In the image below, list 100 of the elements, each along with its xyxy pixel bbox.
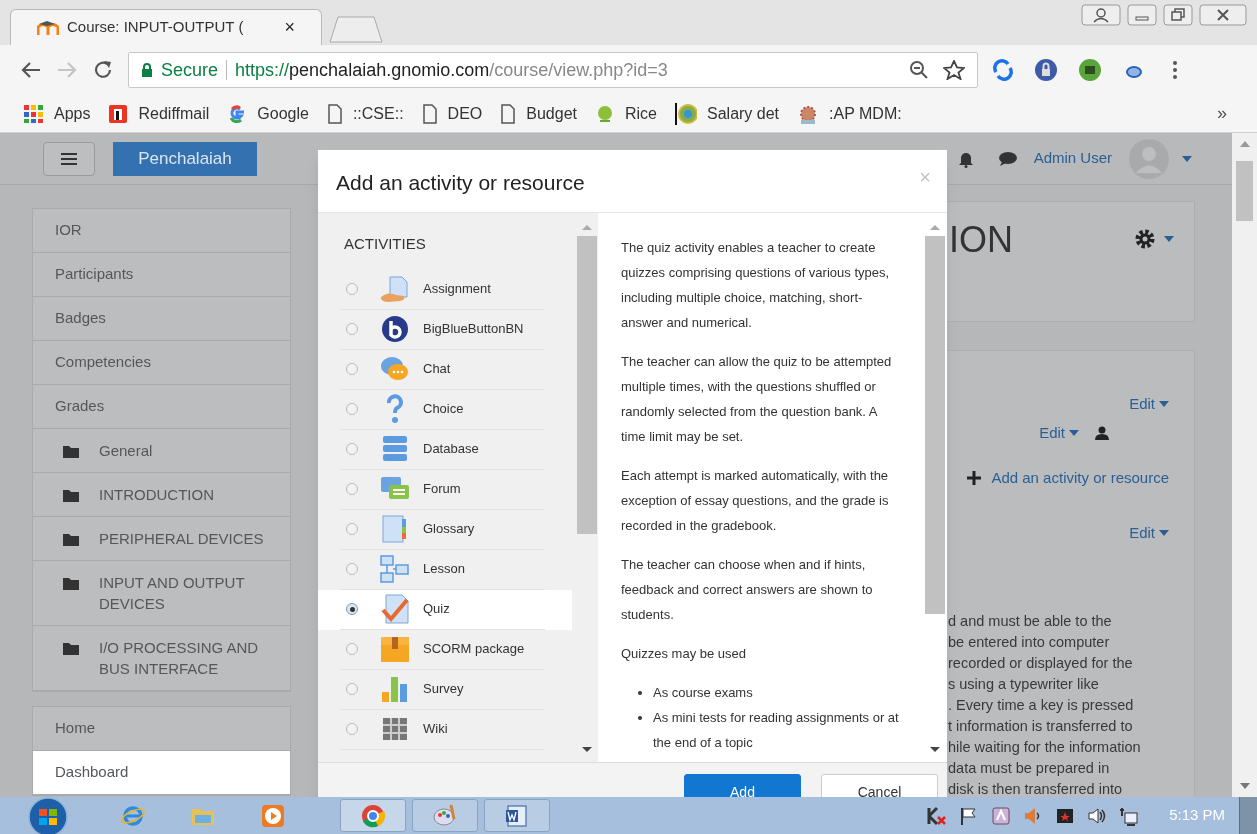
bookmark-link[interactable]: :AP MDM: <box>797 101 902 126</box>
bookmark-link[interactable]: Google <box>227 101 309 126</box>
nav-link[interactable]: Home <box>33 707 290 751</box>
volume-icon[interactable] <box>1087 805 1108 826</box>
star-icon[interactable] <box>943 60 965 80</box>
bookmarks-overflow-button[interactable]: » <box>1217 100 1227 127</box>
radio-button[interactable] <box>346 443 358 455</box>
bookmark-link[interactable]: Apps <box>24 101 91 126</box>
bookmark-link[interactable]: Rice <box>595 101 657 126</box>
nav-link[interactable]: Competencies <box>33 341 290 385</box>
site-name-button[interactable]: Penchalaiah <box>113 141 257 176</box>
paragraph-text-line: disk is then transferred into <box>948 780 1124 797</box>
activity-option[interactable]: Assignment <box>318 269 572 310</box>
nav-link[interactable]: Dashboard <box>33 751 290 795</box>
radio-button[interactable] <box>346 483 358 495</box>
bookmark-link[interactable]: Budget <box>500 101 577 126</box>
edit-menu-link[interactable]: Edit <box>1129 521 1169 544</box>
radio-button[interactable] <box>346 323 358 335</box>
nav-link[interactable]: Grades <box>33 385 290 429</box>
radio-button[interactable] <box>346 683 358 695</box>
edit-menu-link[interactable]: Edit <box>1039 421 1079 444</box>
radio-button[interactable] <box>346 363 358 375</box>
radio-button[interactable] <box>346 603 358 615</box>
person-icon[interactable] <box>1095 425 1109 440</box>
menu-toggle-button[interactable] <box>43 141 95 176</box>
caret-down-icon[interactable] <box>1164 236 1174 242</box>
radio-button[interactable] <box>346 283 358 295</box>
letter-r-square-icon <box>108 103 129 124</box>
activity-option[interactable]: Database <box>318 429 572 470</box>
activity-option[interactable]: Glossary <box>318 509 572 550</box>
chat-bubble-icon[interactable] <box>997 150 1018 167</box>
activity-option[interactable]: SCORM package <box>318 629 572 670</box>
activity-option[interactable]: BigBlueButtonBN <box>318 309 572 350</box>
section-link[interactable]: PERIPHERAL DEVICES <box>33 517 290 561</box>
chrome-browser-icon[interactable] <box>340 799 406 832</box>
paint-palette-icon[interactable] <box>412 799 478 832</box>
section-link[interactable]: General <box>33 429 290 473</box>
bookmark-link[interactable]: DEO <box>421 101 483 126</box>
scroll-down-arrow-icon[interactable] <box>582 747 592 752</box>
radio-button[interactable] <box>346 563 358 575</box>
radio-button[interactable] <box>346 523 358 535</box>
activity-label: Choice <box>423 400 464 419</box>
activity-option[interactable]: Quiz <box>318 589 572 630</box>
activity-option[interactable]: Survey <box>318 669 572 710</box>
radio-button[interactable] <box>346 403 358 415</box>
puzzle-grid-icon <box>380 715 410 743</box>
nav-link[interactable]: Participants <box>33 253 290 297</box>
network-icon[interactable] <box>1119 805 1140 826</box>
add-button[interactable]: Add <box>684 774 801 797</box>
cancel-button[interactable]: Cancel <box>821 774 938 797</box>
activity-option[interactable]: Forum <box>318 469 572 510</box>
tab-close-button[interactable]: × <box>284 14 295 41</box>
bookmark-link[interactable]: Rediffmail <box>108 101 210 126</box>
browser-tab[interactable]: Course: INPUT-OUTPUT ( × <box>10 9 322 45</box>
k-x-icon[interactable] <box>927 805 948 826</box>
nav-link[interactable]: IOR <box>33 209 290 253</box>
section-title: PERIPHERAL DEVICES <box>99 529 265 549</box>
gear-icon[interactable] <box>1134 228 1156 250</box>
scroll-down-arrow-icon[interactable] <box>930 747 940 752</box>
word-document-icon[interactable] <box>484 799 550 832</box>
paragraph-text-line: recorded or displayed for the <box>948 654 1134 673</box>
page-scrollbar[interactable] <box>1232 133 1257 797</box>
user-icon[interactable] <box>1081 4 1121 26</box>
nav-link[interactable]: Badges <box>33 297 290 341</box>
reload-icon[interactable] <box>92 59 114 81</box>
restore-button[interactable] <box>1163 4 1193 26</box>
activity-option[interactable]: Choice <box>318 389 572 430</box>
close-button[interactable] <box>1199 4 1247 26</box>
user-name-link[interactable]: Admin User <box>1033 147 1112 170</box>
section-link[interactable]: INTRODUCTION <box>33 473 290 517</box>
screen-extension-icon[interactable] <box>1078 58 1102 82</box>
radio-button[interactable] <box>346 723 358 735</box>
paragraph-text-line: data must be prepared in <box>948 759 1111 778</box>
activity-option[interactable]: Chat <box>318 349 572 390</box>
activity-option[interactable]: Wiki <box>318 709 572 750</box>
scrollbar-thumb[interactable] <box>1236 161 1253 221</box>
zoom-icon[interactable] <box>909 60 929 80</box>
add-activity-link[interactable]: Add an activity or resource <box>967 467 1169 490</box>
edit-menu-link[interactable]: Edit <box>1129 393 1169 416</box>
radio-button[interactable] <box>346 643 358 655</box>
section-link[interactable]: INPUT AND OUTPUT DEVICES <box>33 561 290 626</box>
scroll-up-arrow-icon[interactable] <box>582 225 592 230</box>
scroll-up-arrow-icon[interactable] <box>930 225 940 230</box>
bookmark-link[interactable]: Salary det <box>675 101 780 126</box>
section-link[interactable]: I/O PROCESSING AND BUS INTERFACE <box>33 626 290 691</box>
activity-option[interactable]: Lesson <box>318 549 572 590</box>
minimize-button[interactable] <box>1127 4 1157 26</box>
notepad-icon[interactable] <box>991 805 1012 826</box>
sync-arrows-icon[interactable] <box>992 59 1014 81</box>
bookmark-link[interactable]: ::CSE:: <box>326 101 404 126</box>
back-arrow-icon[interactable] <box>20 60 42 80</box>
scrollbar-thumb[interactable] <box>577 236 597 534</box>
address-bar[interactable]: Secure https://penchalaiah.gnomio.com/course/view.php?id=3 <box>128 52 978 88</box>
scrollbar-thumb[interactable] <box>925 236 945 614</box>
menu-dots-icon[interactable] <box>1172 60 1178 80</box>
padlock-extension-icon[interactable] <box>1034 58 1058 82</box>
caret-down-icon <box>1069 429 1079 436</box>
paragraph-text-line: s using a typewriter like <box>948 675 1100 694</box>
caret-down-icon[interactable] <box>1182 155 1192 162</box>
scroll-up-arrow-icon[interactable] <box>1239 141 1250 147</box>
